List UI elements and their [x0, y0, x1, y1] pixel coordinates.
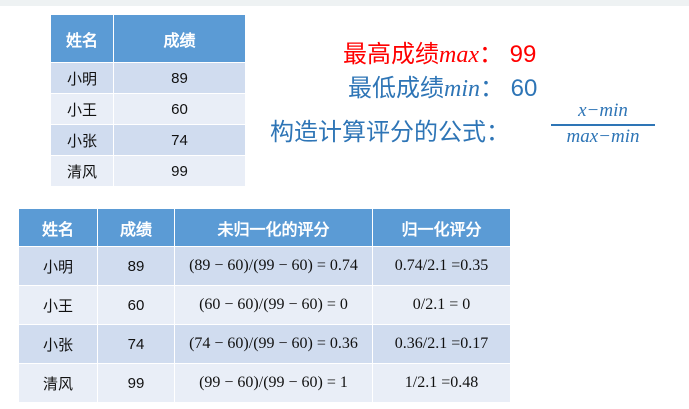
table-row: 小明 89 [50, 62, 246, 94]
cell-name: 清风 [18, 363, 98, 403]
formula-denominator: max−min [566, 126, 640, 147]
min-score-line: 最低成绩min： 60 [348, 68, 537, 103]
score-table: 姓名 成绩 小明 89 小王 60 小张 74 清风 99 [50, 14, 246, 187]
table-row: 清风 99 (99 − 60)/(99 − 60) = 1 1/2.1 =0.48 [18, 363, 511, 403]
cell-name: 小王 [18, 285, 98, 325]
table-header: 姓名 成绩 未归一化的评分 归一化评分 [18, 208, 511, 247]
max-sep: ： [478, 41, 503, 68]
cell-name: 小明 [18, 246, 98, 286]
table-row: 小王 60 (60 − 60)/(99 − 60) = 0 0/2.1 = 0 [18, 285, 511, 325]
cell-score: 99 [113, 155, 246, 187]
min-value: 60 [510, 75, 538, 102]
table-row: 小明 89 (89 − 60)/(99 − 60) = 0.74 0.74/2.1 =… [18, 246, 511, 286]
formula-numerator: x−min [551, 100, 655, 126]
table-row: 小张 74 (74 − 60)/(99 − 60) = 0.36 0.36/2.1 =… [18, 324, 511, 364]
cell-name: 小王 [50, 93, 114, 125]
header-name: 姓名 [50, 14, 114, 63]
cell-name: 清风 [50, 155, 114, 187]
formula-fraction: x−min max−min [551, 100, 655, 148]
header-score: 成绩 [97, 208, 175, 247]
min-sep: ： [480, 75, 504, 102]
header-name: 姓名 [18, 208, 98, 247]
cell-score: 60 [97, 285, 175, 325]
cell-score: 99 [97, 363, 175, 403]
cell-normalized: 0.74/2.1 =0.35 [372, 246, 511, 286]
table-header: 姓名 成绩 [50, 14, 246, 63]
cell-score: 60 [113, 93, 246, 125]
top-band [0, 0, 689, 6]
cell-normalized: 0.36/2.1 =0.17 [372, 324, 511, 364]
cell-score: 89 [113, 62, 246, 94]
cell-score: 74 [97, 324, 175, 364]
normalized-score-table: 姓名 成绩 未归一化的评分 归一化评分 小明 89 (89 − 60)/(99 − … [18, 208, 511, 403]
cell-score: 89 [97, 246, 175, 286]
max-label: 最高成绩 [343, 41, 439, 68]
cell-normalized: 0/2.1 = 0 [372, 285, 511, 325]
min-var: min [444, 76, 480, 102]
cell-raw: (60 − 60)/(99 − 60) = 0 [174, 285, 373, 325]
header-normalized-score: 归一化评分 [372, 208, 511, 247]
min-label: 最低成绩 [348, 75, 444, 102]
cell-score: 74 [113, 124, 246, 156]
cell-raw: (89 − 60)/(99 − 60) = 0.74 [174, 246, 373, 286]
table-row: 小王 60 [50, 93, 246, 125]
cell-name: 小张 [18, 324, 98, 364]
table-row: 清风 99 [50, 155, 246, 187]
cell-raw: (99 − 60)/(99 − 60) = 1 [174, 363, 373, 403]
max-score-line: 最高成绩max： 99 [343, 34, 536, 69]
header-score: 成绩 [113, 14, 246, 63]
cell-name: 小明 [50, 62, 114, 94]
max-var: max [439, 42, 479, 68]
formula-label: 构造计算评分的公式： [270, 119, 510, 146]
cell-normalized: 1/2.1 =0.48 [372, 363, 511, 403]
table-row: 小张 74 [50, 124, 246, 156]
header-raw-score: 未归一化的评分 [174, 208, 373, 247]
cell-raw: (74 − 60)/(99 − 60) = 0.36 [174, 324, 373, 364]
max-value: 99 [509, 41, 537, 68]
cell-name: 小张 [50, 124, 114, 156]
